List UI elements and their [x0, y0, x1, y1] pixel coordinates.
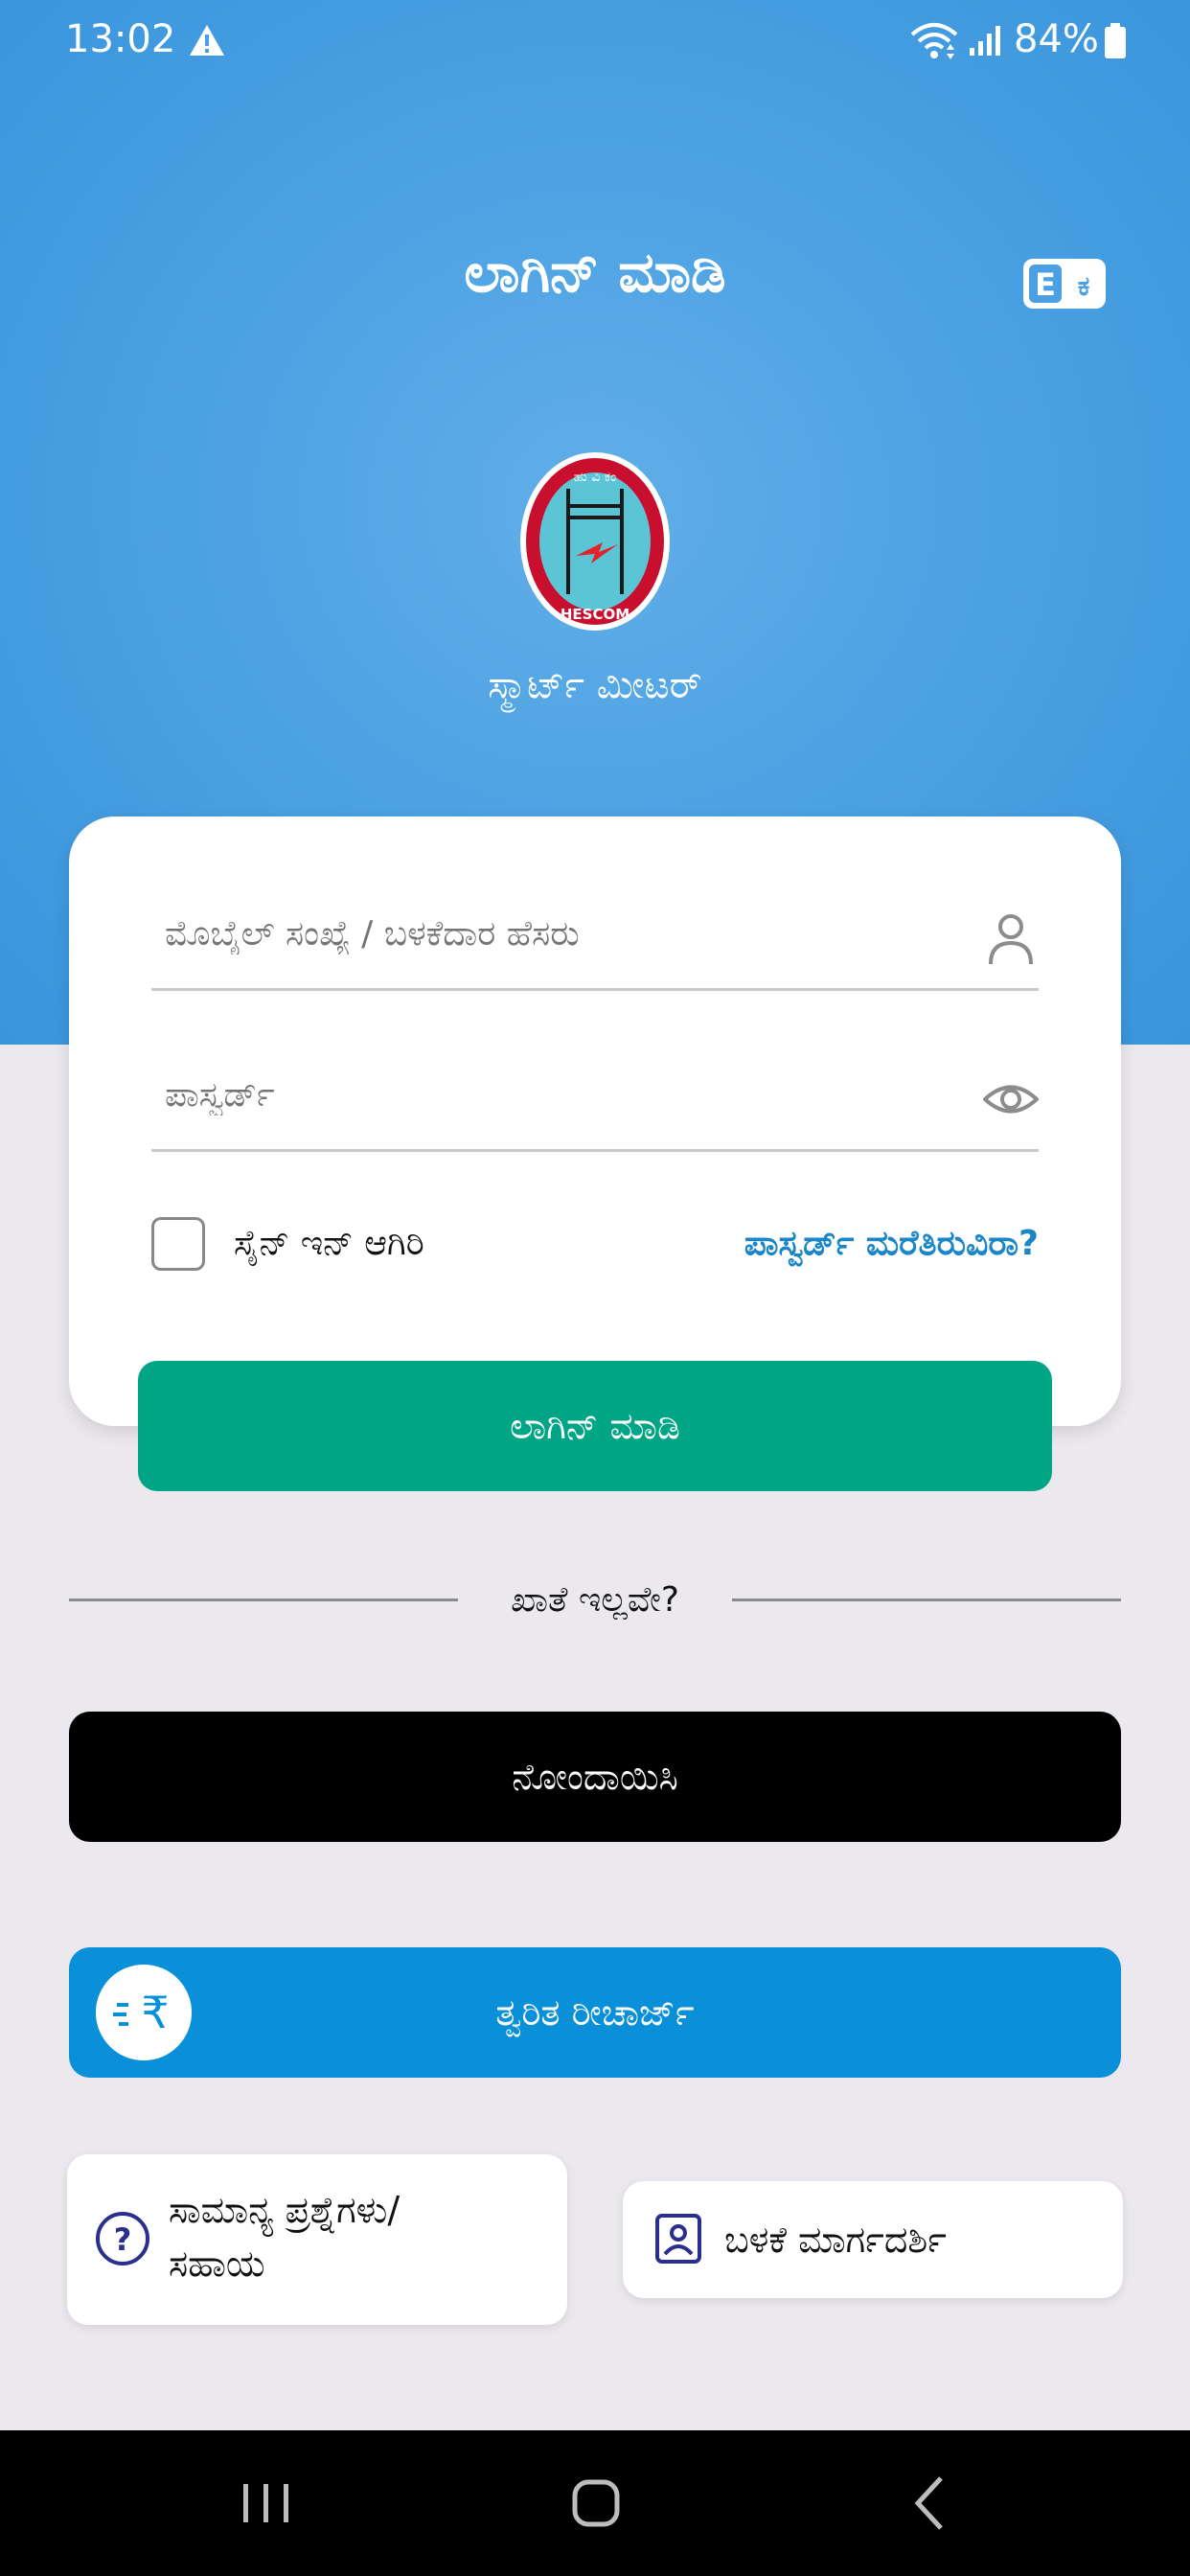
user-icon	[989, 914, 1033, 965]
login-button[interactable]: ಲಾಗಿನ್ ಮಾಡಿ	[138, 1361, 1052, 1491]
faq-help-card[interactable]: ? ಸಾಮಾನ್ಯ ಪ್ರಶ್ನೆಗಳು/ ಸಹಾಯ	[67, 2154, 567, 2325]
svg-text:ಹು ವಿ ಕಂ: ಹು ವಿ ಕಂ	[574, 470, 617, 485]
remember-me: ಸೈನ್ ಇನ್ ಆಗಿರಿ	[151, 1215, 424, 1273]
home-icon[interactable]	[558, 2469, 634, 2536]
remember-checkbox[interactable]	[151, 1217, 205, 1271]
page-title: ಲಾಗಿನ್ ಮಾಡಿ	[464, 240, 726, 305]
system-navigation-bar	[0, 2430, 1190, 2576]
signup-divider: ಖಾತೆ ಇಲ್ಲವೇ?	[69, 1572, 1121, 1629]
quick-recharge-button[interactable]: ₹ ತ್ವರಿತ ರೀಚಾರ್ಜ್	[69, 1947, 1121, 2078]
back-icon[interactable]	[893, 2469, 970, 2536]
usage-guide-label: ಬಳಕೆ ಮಾರ್ಗದರ್ಶಿ	[724, 2219, 947, 2261]
faq-label: ಸಾಮಾನ್ಯ ಪ್ರಶ್ನೆಗಳು/ ಸಹಾಯ	[169, 2183, 533, 2290]
svg-text:HESCOM: HESCOM	[561, 606, 629, 623]
battery-percent: 84%	[1014, 17, 1099, 61]
password-field	[151, 1046, 1039, 1152]
status-time: 13:02	[65, 17, 176, 61]
recent-apps-icon[interactable]	[228, 2469, 305, 2536]
status-bar: 13:02 84%	[0, 0, 1190, 86]
register-button[interactable]: ನೋಂದಾಯಿಸಿ	[69, 1712, 1121, 1842]
quick-recharge-label: ತ್ವರಿತ ರೀಚಾರ್ಜ್	[495, 1991, 695, 2034]
warning-icon	[190, 25, 224, 56]
faq-label-line2: ಸಹಾಯ	[169, 2242, 265, 2285]
svg-text:ಕ: ಕ	[1078, 270, 1090, 302]
forgot-password-link[interactable]: ಪಾಸ್ವರ್ಡ್ ಮರೆತಿರುವಿರಾ?	[744, 1215, 1039, 1273]
svg-text:E: E	[1035, 266, 1056, 303]
battery-icon	[1105, 23, 1126, 58]
eye-icon[interactable]	[983, 1071, 1039, 1127]
language-toggle-icon[interactable]: E ಕ	[1021, 257, 1108, 310]
divider-line-right	[732, 1598, 1121, 1601]
faq-label-line1: ಸಾಮಾನ್ಯ ಪ್ರಶ್ನೆಗಳು/	[169, 2189, 400, 2231]
username-field	[151, 886, 1039, 991]
guide-book-icon	[655, 2214, 701, 2264]
usage-guide-card[interactable]: ಬಳಕೆ ಮಾರ್ಗದರ್ಶಿ	[623, 2181, 1123, 2298]
remember-label: ಸೈನ್ ಇನ್ ಆಗಿರಿ	[234, 1224, 424, 1263]
login-card: ಸೈನ್ ಇನ್ ಆಗಿರಿ ಪಾಸ್ವರ್ಡ್ ಮರೆತಿರುವಿರಾ?	[69, 816, 1121, 1426]
svg-text:?: ?	[114, 2221, 132, 2258]
password-input[interactable]	[165, 1046, 950, 1142]
signal-icon	[970, 26, 1000, 56]
login-screen: 13:02 84% ಲಾಗಿನ್ ಮಾಡಿ E ಕ ಹು ವಿ ಕಂ HESCO…	[0, 0, 1190, 2576]
username-input[interactable]	[165, 886, 950, 981]
app-subtitle: ಸ್ಮಾರ್ಟ್ ಮೀಟರ್	[488, 663, 702, 707]
question-icon: ?	[96, 2212, 149, 2266]
wifi-icon	[910, 23, 958, 59]
hescom-logo: ಹು ವಿ ಕಂ HESCOM	[520, 452, 670, 631]
